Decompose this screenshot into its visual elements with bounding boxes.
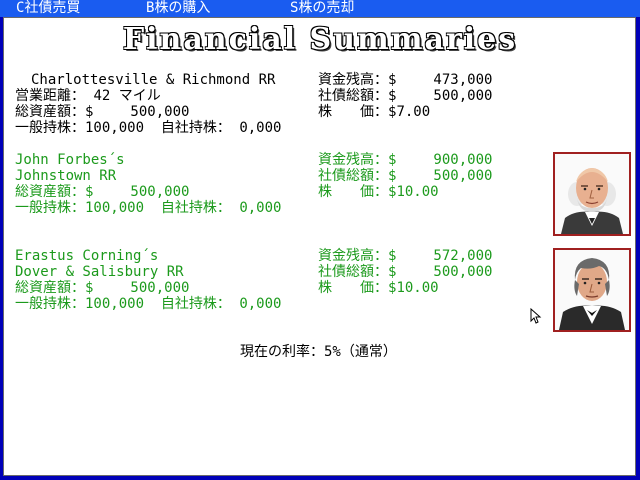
- rival-owner: John Forbes´s: [15, 152, 125, 168]
- menu-sell-stock[interactable]: S株の売却: [290, 0, 354, 17]
- label: 一般持株：: [15, 120, 85, 136]
- player-shares: 一般持株：100,000 自社持株： 0,000: [15, 120, 281, 136]
- rival-railroad-name: Johnstown RR: [15, 168, 117, 184]
- value: 500,000: [130, 104, 190, 120]
- label: 総資産額：$: [15, 184, 94, 200]
- label: 営業距離：: [15, 88, 85, 104]
- value: 0,000: [239, 120, 282, 136]
- rival-stock-price: 株 価：$10.00: [318, 184, 439, 200]
- label: 株 価：$: [318, 184, 397, 200]
- label: 自社持株：: [160, 200, 231, 216]
- label: 一般持株：: [15, 200, 85, 216]
- rival-owner: Erastus Corning´s: [15, 248, 159, 264]
- john-forbes-portrait[interactable]: [553, 152, 631, 236]
- value: 473,000: [433, 72, 493, 88]
- menu-buy-stock[interactable]: B株の購入: [146, 0, 210, 17]
- value: 100,000: [85, 120, 145, 136]
- label: 総資産額：$: [15, 104, 94, 120]
- value: 0,000: [239, 296, 282, 312]
- interest-rate-label: 現在の利率：: [240, 344, 324, 360]
- interest-rate-note: （通常）: [340, 344, 397, 360]
- player-railroad-name: Charlottesville & Richmond RR: [31, 72, 276, 88]
- label: 株 価：$: [318, 280, 397, 296]
- player-stock-price: 株 価：$7.00: [318, 104, 430, 120]
- menu-bonds[interactable]: C社債売買: [16, 0, 80, 17]
- value: 100,000: [85, 200, 145, 216]
- page-title: Financial Summaries: [122, 22, 518, 57]
- rival-shares: 一般持株：100,000 自社持株： 0,000: [15, 296, 281, 312]
- player-distance: 営業距離： 42 マイル: [15, 88, 161, 104]
- interest-rate: 現在の利率：5%（通常）: [240, 344, 397, 360]
- value: 500,000: [130, 280, 190, 296]
- rival-bonds: 社債総額：$ 500,000: [318, 168, 492, 184]
- label: 社債総額：$: [318, 264, 397, 280]
- menu-label: 株の購入: [154, 0, 211, 16]
- label: 社債総額：$: [318, 168, 397, 184]
- menu-bar: C社債売買 B株の購入 S株の売却: [0, 0, 640, 17]
- rival-shares: 一般持株：100,000 自社持株： 0,000: [15, 200, 281, 216]
- label: 資金残高：$: [318, 248, 397, 264]
- rival-assets: 総資産額：$ 500,000: [15, 280, 189, 296]
- man-portrait-icon: [555, 250, 629, 330]
- value: 572,000: [433, 248, 493, 264]
- label: 株 価：$: [318, 104, 397, 120]
- menu-label: 株の売却: [298, 0, 355, 16]
- interest-rate-value: 5%: [324, 344, 341, 360]
- label: 資金残高：$: [318, 152, 397, 168]
- label: 自社持株：: [160, 120, 231, 136]
- label: 社債総額：$: [318, 88, 397, 104]
- value: 10.00: [396, 184, 439, 200]
- value: 900,000: [433, 152, 493, 168]
- player-bonds: 社債総額：$ 500,000: [318, 88, 492, 104]
- player-assets: 総資産額：$ 500,000: [15, 104, 189, 120]
- value: 500,000: [433, 88, 493, 104]
- label: 総資産額：$: [15, 280, 94, 296]
- rival-bonds: 社債総額：$ 500,000: [318, 264, 492, 280]
- rival-stock-price: 株 価：$10.00: [318, 280, 439, 296]
- menu-label: 社債売買: [24, 0, 81, 16]
- erastus-corning-portrait[interactable]: [553, 248, 631, 332]
- rival-assets: 総資産額：$ 500,000: [15, 184, 189, 200]
- value: 500,000: [130, 184, 190, 200]
- value: 10.00: [396, 280, 439, 296]
- value: 7.00: [396, 104, 431, 120]
- player-cash: 資金残高：$ 473,000: [318, 72, 492, 88]
- value: 42: [93, 88, 111, 104]
- bald-man-portrait-icon: [555, 154, 629, 234]
- value: 500,000: [433, 168, 493, 184]
- rival-cash: 資金残高：$ 572,000: [318, 248, 492, 264]
- value: 500,000: [433, 264, 493, 280]
- arrow-cursor-icon: [530, 307, 542, 328]
- value: 100,000: [85, 296, 145, 312]
- label: 一般持株：: [15, 296, 85, 312]
- unit: マイル: [118, 88, 161, 104]
- value: 0,000: [239, 200, 282, 216]
- rival-cash: 資金残高：$ 900,000: [318, 152, 492, 168]
- rival-railroad-name: Dover & Salisbury RR: [15, 264, 184, 280]
- label: 資金残高：$: [318, 72, 397, 88]
- label: 自社持株：: [160, 296, 231, 312]
